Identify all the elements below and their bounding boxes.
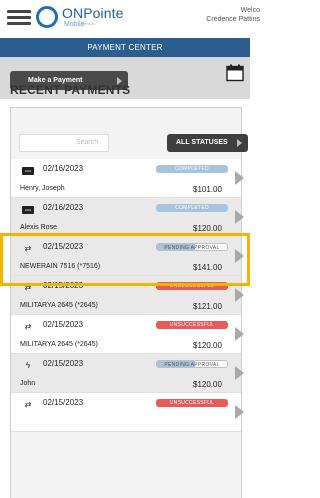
payments-list: ACH 02/16/2023 COMPLETED Henry, Joseph $101.…: [11, 159, 241, 432]
recent-payments-panel: Search ALL STATUSES ACH 02/16/2023 COMPLET…: [10, 107, 248, 498]
status-label: PENDING APPROVAL: [164, 245, 220, 251]
transfer-icon: ⇄: [24, 283, 32, 292]
payment-amount: $121.00: [193, 302, 222, 311]
payment-date: 02/15/2023: [43, 320, 84, 329]
logo-circle-icon: [36, 6, 58, 28]
welcome-text: Welco: [240, 7, 260, 14]
payment-amount: $120.00: [193, 380, 222, 389]
app-logo: ONPointe Mobile vertical: [36, 4, 126, 32]
payment-date: 02/15/2023: [43, 359, 84, 368]
logo-main-text: ONPointe: [62, 5, 124, 21]
payment-row[interactable]: ⇄ 02/15/2023 UNSUCCESSFUL MILITARYA 2645 (*…: [11, 276, 241, 315]
status-badge: COMPLETED: [156, 204, 228, 212]
payment-date: 02/15/2023: [43, 242, 84, 251]
payment-date: 02/15/2023: [43, 281, 84, 290]
payment-amount: $101.00: [193, 185, 222, 194]
status-badge: UNSUCCESSFUL: [156, 399, 228, 407]
panel-title: RECENT PAYMENTS: [10, 83, 131, 97]
payment-date: 02/15/2023: [43, 398, 84, 407]
ach-icon: ACH: [22, 206, 34, 214]
payee-name: NEWERAIN 7516 (*7516): [20, 263, 101, 270]
status-label: UNSUCCESSFUL: [169, 400, 215, 406]
payment-row[interactable]: ACH 02/16/2023 COMPLETED Alexis Rose $120.00: [11, 198, 241, 237]
status-badge: PENDING APPROVAL: [156, 243, 228, 251]
payment-row[interactable]: ACH 02/16/2023 COMPLETED Henry, Joseph $101.…: [11, 159, 241, 198]
status-label: COMPLETED: [175, 205, 209, 211]
payment-row[interactable]: ϟ 02/15/2023 PENDING APPROVAL John $120.00: [11, 354, 241, 393]
chevron-right-icon[interactable]: [235, 366, 244, 380]
transfer-icon: ⇄: [24, 400, 32, 409]
user-greeting: Welco Credence Pattins: [206, 6, 260, 24]
calendar-icon[interactable]: [226, 64, 244, 82]
chevron-right-icon[interactable]: [235, 171, 244, 185]
ach-icon: ACH: [22, 167, 34, 175]
payment-row[interactable]: ⇄ 02/15/2023 PENDING APPROVAL NEWERAIN 7516…: [11, 237, 241, 276]
chevron-right-icon[interactable]: [235, 210, 244, 224]
play-arrow-icon: [237, 139, 242, 147]
user-name: Credence Pattins: [206, 16, 260, 23]
payee-name: John: [20, 380, 36, 387]
all-statuses-dropdown[interactable]: ALL STATUSES: [167, 134, 248, 152]
all-statuses-label: ALL STATUSES: [176, 139, 228, 146]
chevron-right-icon[interactable]: [235, 405, 244, 419]
chevron-right-icon[interactable]: [235, 327, 244, 341]
status-badge: UNSUCCESSFUL: [156, 321, 228, 329]
status-badge: PENDING APPROVAL: [156, 360, 228, 368]
top-header: ONPointe Mobile vertical Welco Credence …: [0, 0, 260, 36]
status-label: PENDING APPROVAL: [164, 362, 220, 368]
status-badge: COMPLETED: [156, 165, 228, 173]
transfer-icon: ⇄: [24, 322, 32, 331]
chevron-right-icon[interactable]: [235, 249, 244, 263]
payment-amount: $120.00: [193, 341, 222, 350]
payment-date: 02/16/2023: [43, 203, 84, 212]
status-label: UNSUCCESSFUL: [169, 283, 215, 289]
search-input[interactable]: Search: [19, 134, 109, 152]
logo-tiny-text: vertical: [82, 21, 95, 26]
payee-name: Alexis Rose: [20, 224, 57, 231]
chevron-right-icon[interactable]: [235, 288, 244, 302]
menu-icon[interactable]: [7, 10, 31, 26]
status-badge: UNSUCCESSFUL: [156, 282, 228, 290]
status-label: UNSUCCESSFUL: [169, 322, 215, 328]
payee-name: MILITARYA 2645 (*2645): [20, 302, 98, 309]
page-title: PAYMENT CENTER: [0, 38, 250, 57]
payee-name: Henry, Joseph: [20, 185, 65, 192]
lightning-icon: ϟ: [25, 361, 31, 370]
transfer-icon: ⇄: [24, 244, 32, 253]
payment-row[interactable]: ⇄ 02/15/2023 UNSUCCESSFUL MILITARYA 2645 (*…: [11, 315, 241, 354]
payment-row[interactable]: ⇄ 02/15/2023 UNSUCCESSFUL: [11, 393, 241, 432]
payee-name: MILITARYA 2645 (*2645): [20, 341, 98, 348]
payment-date: 02/16/2023: [43, 164, 84, 173]
payment-amount: $141.00: [193, 263, 222, 272]
payment-amount: $120.00: [193, 224, 222, 233]
status-label: COMPLETED: [175, 166, 209, 172]
